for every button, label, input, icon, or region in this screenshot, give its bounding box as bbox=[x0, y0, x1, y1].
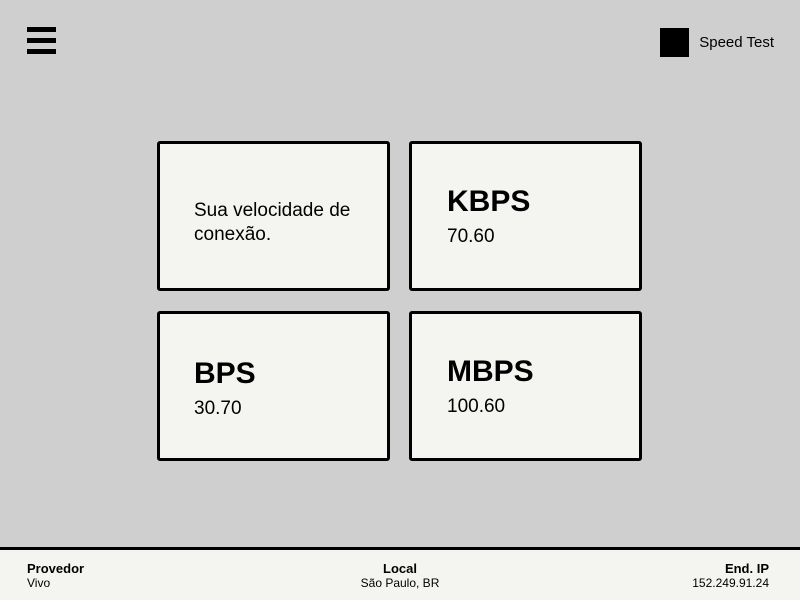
provider-label: Provedor bbox=[27, 561, 85, 576]
bps-card: BPS 30.70 bbox=[157, 311, 390, 461]
hamburger-menu-icon[interactable] bbox=[27, 27, 56, 54]
kbps-value: 70.60 bbox=[447, 226, 495, 247]
footer-ip: End. IP 152.249.91.24 bbox=[692, 561, 769, 591]
bps-unit: BPS bbox=[194, 357, 256, 390]
app-logo bbox=[660, 28, 690, 57]
mbps-value: 100.60 bbox=[447, 396, 506, 417]
kbps-card: KBPS 70.60 bbox=[409, 141, 642, 291]
location-label: Local bbox=[383, 561, 417, 576]
ip-label: End. IP bbox=[724, 561, 769, 576]
location-value: São Paulo, BR bbox=[360, 576, 440, 590]
intro-text: Sua velocidade de conexão. bbox=[194, 200, 351, 245]
mbps-unit: MBPS bbox=[447, 355, 534, 388]
brand: Speed Test bbox=[660, 28, 774, 57]
menu-bar-bottom bbox=[27, 49, 56, 54]
intro-card: Sua velocidade de conexão. bbox=[157, 141, 390, 291]
kbps-unit: KBPS bbox=[447, 185, 531, 218]
footer-bar: Provedor Vivo Local São Paulo, BR End. I… bbox=[0, 547, 800, 600]
menu-bar-top bbox=[27, 27, 56, 32]
footer-location: Local São Paulo, BR bbox=[330, 561, 470, 591]
menu-bar-middle bbox=[27, 38, 56, 43]
app-title: Speed Test bbox=[699, 34, 774, 51]
mbps-card: MBPS 100.60 bbox=[409, 311, 642, 461]
footer-provider: Provedor Vivo bbox=[27, 561, 84, 591]
bps-value: 30.70 bbox=[194, 398, 242, 419]
provider-value: Vivo bbox=[27, 576, 51, 590]
ip-value: 152.249.91.24 bbox=[692, 576, 769, 590]
